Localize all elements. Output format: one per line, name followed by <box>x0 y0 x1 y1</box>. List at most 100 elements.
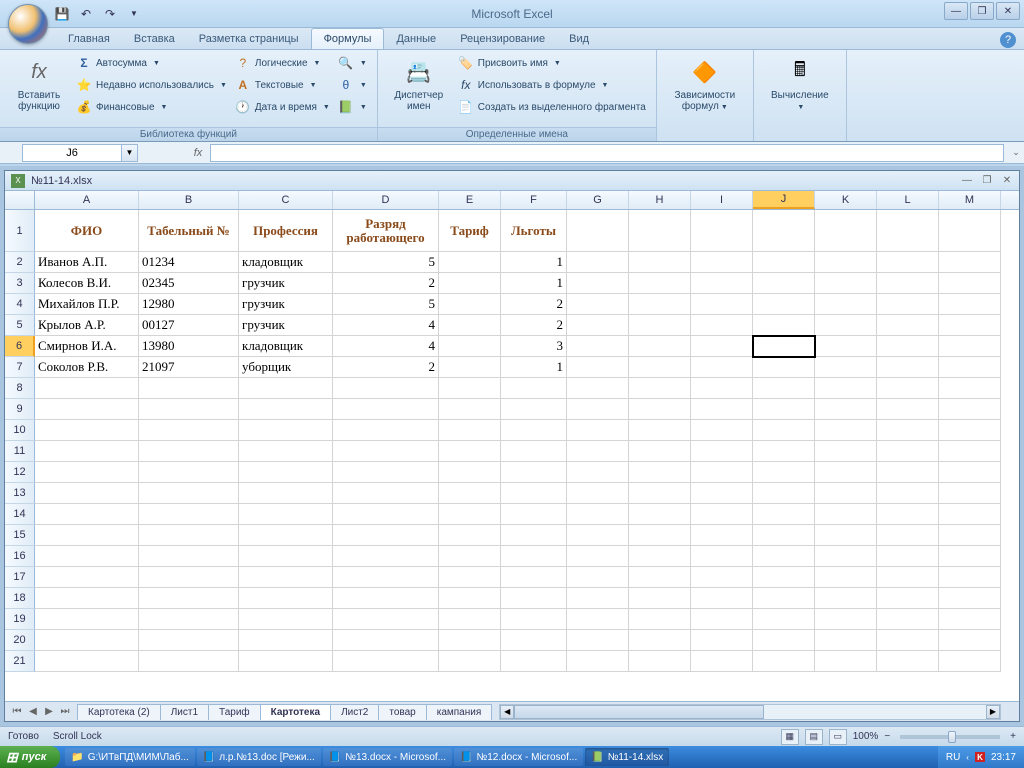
cell-K13[interactable] <box>815 483 877 504</box>
cell-G16[interactable] <box>567 546 629 567</box>
tab-5[interactable]: Рецензирование <box>448 28 557 49</box>
cell-L19[interactable] <box>877 609 939 630</box>
view-layout-icon[interactable]: ▤ <box>805 729 823 745</box>
tray-expand-icon[interactable]: ‹ <box>966 753 969 762</box>
cell-I2[interactable] <box>691 252 753 273</box>
cell-B1[interactable]: Табельный № <box>139 210 239 252</box>
cell-B8[interactable] <box>139 378 239 399</box>
sheet-first-icon[interactable]: ⏮ <box>9 704 25 720</box>
cell-H20[interactable] <box>629 630 691 651</box>
cell-B18[interactable] <box>139 588 239 609</box>
cell-D14[interactable] <box>333 504 439 525</box>
system-tray[interactable]: RU ‹ K 23:17 <box>938 746 1024 768</box>
cell-C18[interactable] <box>239 588 333 609</box>
cell-M21[interactable] <box>939 651 1001 672</box>
wb-minimize-button[interactable]: — <box>959 174 975 188</box>
sheet-next-icon[interactable]: ▶ <box>41 704 57 720</box>
cell-J18[interactable] <box>753 588 815 609</box>
task-item-0[interactable]: 📁G:\ИТвПД\МИМ\Лаб... <box>65 748 195 766</box>
cell-E1[interactable]: Тариф <box>439 210 501 252</box>
cell-F18[interactable] <box>501 588 567 609</box>
col-header-L[interactable]: L <box>877 191 939 209</box>
row-header-19[interactable]: 19 <box>5 609 35 630</box>
cell-B3[interactable]: 02345 <box>139 273 239 294</box>
cell-G5[interactable] <box>567 315 629 336</box>
cell-L3[interactable] <box>877 273 939 294</box>
tab-2[interactable]: Разметка страницы <box>187 28 311 49</box>
cell-F13[interactable] <box>501 483 567 504</box>
row-header-18[interactable]: 18 <box>5 588 35 609</box>
cell-I14[interactable] <box>691 504 753 525</box>
cell-I16[interactable] <box>691 546 753 567</box>
cell-A9[interactable] <box>35 399 139 420</box>
cell-E14[interactable] <box>439 504 501 525</box>
cell-M3[interactable] <box>939 273 1001 294</box>
cell-L18[interactable] <box>877 588 939 609</box>
cell-I8[interactable] <box>691 378 753 399</box>
cell-I20[interactable] <box>691 630 753 651</box>
cell-M14[interactable] <box>939 504 1001 525</box>
cell-D11[interactable] <box>333 441 439 462</box>
cell-M18[interactable] <box>939 588 1001 609</box>
cell-C8[interactable] <box>239 378 333 399</box>
cell-B20[interactable] <box>139 630 239 651</box>
cell-H19[interactable] <box>629 609 691 630</box>
cell-I13[interactable] <box>691 483 753 504</box>
cell-B13[interactable] <box>139 483 239 504</box>
cell-B4[interactable]: 12980 <box>139 294 239 315</box>
cell-J14[interactable] <box>753 504 815 525</box>
office-button[interactable] <box>8 4 48 44</box>
cell-F1[interactable]: Льготы <box>501 210 567 252</box>
grid-body[interactable]: 1ФИОТабельный №ПрофессияРазряд работающе… <box>5 210 1019 701</box>
cell-M19[interactable] <box>939 609 1001 630</box>
col-header-C[interactable]: C <box>239 191 333 209</box>
cell-B14[interactable] <box>139 504 239 525</box>
autosum-button[interactable]: ΣАвтосумма▼ <box>72 52 231 74</box>
cell-F9[interactable] <box>501 399 567 420</box>
cell-I3[interactable] <box>691 273 753 294</box>
cell-H12[interactable] <box>629 462 691 483</box>
hscroll-left-icon[interactable]: ◀ <box>500 705 514 719</box>
cell-G4[interactable] <box>567 294 629 315</box>
cell-L9[interactable] <box>877 399 939 420</box>
cell-G2[interactable] <box>567 252 629 273</box>
cell-M8[interactable] <box>939 378 1001 399</box>
tab-3[interactable]: Формулы <box>311 28 385 49</box>
view-pagebreak-icon[interactable]: ▭ <box>829 729 847 745</box>
cell-I15[interactable] <box>691 525 753 546</box>
cell-I11[interactable] <box>691 441 753 462</box>
cell-C9[interactable] <box>239 399 333 420</box>
cell-A3[interactable]: Колесов В.И. <box>35 273 139 294</box>
task-item-1[interactable]: 📘л.р.№13.doc [Режи... <box>197 748 321 766</box>
cell-J1[interactable] <box>753 210 815 252</box>
cell-H18[interactable] <box>629 588 691 609</box>
row-header-4[interactable]: 4 <box>5 294 35 315</box>
cell-D3[interactable]: 2 <box>333 273 439 294</box>
cell-F3[interactable]: 1 <box>501 273 567 294</box>
cell-M12[interactable] <box>939 462 1001 483</box>
wb-close-button[interactable]: ✕ <box>999 174 1015 188</box>
cell-G7[interactable] <box>567 357 629 378</box>
hscroll-right-icon[interactable]: ▶ <box>986 705 1000 719</box>
cell-J13[interactable] <box>753 483 815 504</box>
cell-E9[interactable] <box>439 399 501 420</box>
cell-B6[interactable]: 13980 <box>139 336 239 357</box>
row-header-14[interactable]: 14 <box>5 504 35 525</box>
cell-L17[interactable] <box>877 567 939 588</box>
cell-E3[interactable] <box>439 273 501 294</box>
cell-H13[interactable] <box>629 483 691 504</box>
tab-6[interactable]: Вид <box>557 28 601 49</box>
cell-F16[interactable] <box>501 546 567 567</box>
cell-C11[interactable] <box>239 441 333 462</box>
cell-J20[interactable] <box>753 630 815 651</box>
row-header-7[interactable]: 7 <box>5 357 35 378</box>
cell-C14[interactable] <box>239 504 333 525</box>
cell-H16[interactable] <box>629 546 691 567</box>
math-button[interactable]: θ▼ <box>334 74 371 96</box>
cell-I6[interactable] <box>691 336 753 357</box>
cell-B15[interactable] <box>139 525 239 546</box>
qat-customize-icon[interactable]: ▼ <box>124 4 144 24</box>
cell-E13[interactable] <box>439 483 501 504</box>
name-box[interactable]: J6 <box>22 144 122 162</box>
cell-L12[interactable] <box>877 462 939 483</box>
